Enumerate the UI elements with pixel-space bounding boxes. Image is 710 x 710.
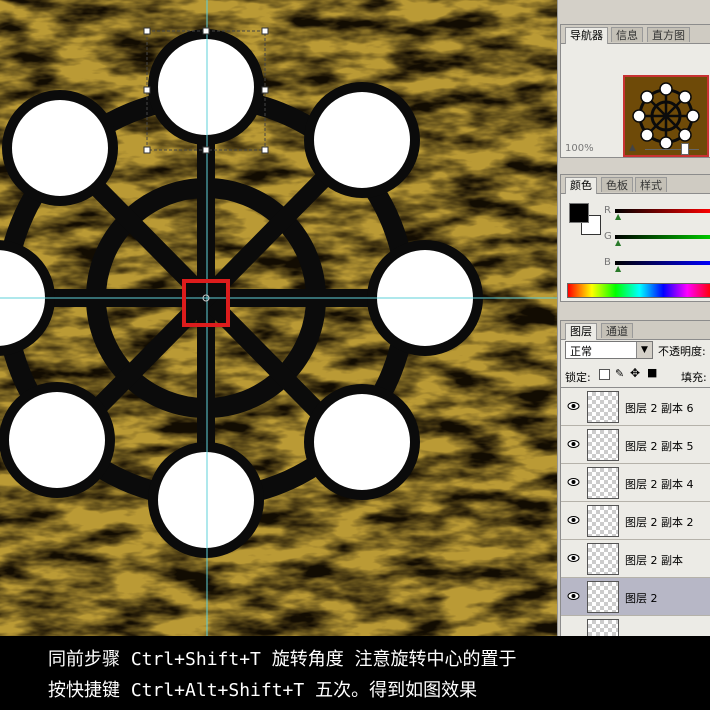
layers-tabs: 图层 通道 [561,321,710,340]
zoom-slider-track[interactable] [645,149,699,150]
zoom-slider-thumb[interactable] [681,143,689,155]
zoom-out-icon[interactable]: ▲ [629,143,636,153]
channel-b-thumb[interactable]: ▲ [615,264,621,273]
zoom-value[interactable]: 100% [565,143,594,154]
tab-info[interactable]: 信息 [611,27,643,42]
channel-r-thumb[interactable]: ▲ [615,212,621,221]
layer-thumbnail [587,543,619,575]
layer-thumbnail [587,581,619,613]
knob-top-left [2,90,118,206]
layers-panel: 图层 通道 正常 ▼ 不透明度: 锁定: ✎ ✥ ■ 填充: 图层 2 副本 6… [560,320,710,639]
visibility-eye-icon[interactable] [567,476,580,488]
navigator-preview [625,77,707,155]
panels-column: 导航器 信息 直方图 100% ▲ 颜色 色板 样式 R ▲ G ▲ B ▲ 图… [557,0,710,639]
lock-transparency-icon[interactable] [599,369,610,380]
transform-handle [143,27,151,35]
tab-channels[interactable]: 通道 [601,323,633,338]
knob-bottom-right [304,384,420,500]
layer-row[interactable]: 图层 2 副本 5 [561,426,710,464]
layer-name: 图层 2 副本 6 [625,402,694,415]
knob-top [148,29,264,145]
layer-thumbnail [587,391,619,423]
layer-name: 图层 2 副本 2 [625,516,694,529]
tab-swatches[interactable]: 色板 [601,177,633,192]
transform-handle [261,146,269,154]
tab-styles[interactable]: 样式 [635,177,667,192]
channel-g-thumb[interactable]: ▲ [615,238,621,247]
visibility-eye-icon[interactable] [567,514,580,526]
transform-handle [202,27,210,35]
foreground-color-swatch[interactable] [569,203,589,223]
tab-layers[interactable]: 图层 [565,323,597,340]
channel-r-label: R [604,205,611,216]
lock-position-icon[interactable]: ✥ [630,366,640,380]
navigator-tabs: 导航器 信息 直方图 [561,25,710,44]
channel-b-label: B [604,257,611,268]
channel-g-slider[interactable] [615,235,710,239]
knob-top-right [304,82,420,198]
tab-histogram[interactable]: 直方图 [647,27,690,42]
caption-line-1: 同前步骤 Ctrl+Shift+T 旋转角度 注意旋转中心的置于 [48,649,517,670]
layer-row[interactable]: 图层 2 副本 2 [561,502,710,540]
tab-navigator[interactable]: 导航器 [565,27,608,44]
canvas-artwork [0,0,557,636]
visibility-eye-icon[interactable] [567,590,580,602]
visibility-eye-icon[interactable] [567,400,580,412]
color-spectrum-bar[interactable] [567,283,710,298]
visibility-eye-icon[interactable] [567,438,580,450]
document-canvas[interactable] [0,0,557,636]
visibility-eye-icon[interactable] [567,552,580,564]
knob-bottom [148,442,264,558]
transform-handle [143,86,151,94]
tab-color[interactable]: 颜色 [565,177,597,194]
lock-all-icon[interactable]: ■ [647,366,657,379]
layer-name: 图层 2 副本 [625,554,683,567]
channel-r-slider[interactable] [615,209,710,213]
blend-mode-value: 正常 [570,345,592,358]
lock-paint-icon[interactable]: ✎ [615,367,624,380]
transform-handle [202,146,210,154]
opacity-label: 不透明度: [658,345,706,358]
color-tabs: 颜色 色板 样式 [561,175,710,194]
transform-handle [261,86,269,94]
layer-thumbnail [587,467,619,499]
fill-label: 填充: [681,371,707,384]
blend-mode-select[interactable]: 正常 ▼ [565,341,653,359]
color-panel: 颜色 色板 样式 R ▲ G ▲ B ▲ [560,174,710,302]
layer-name: 图层 2 副本 5 [625,440,694,453]
layer-thumbnail [587,505,619,537]
lock-label: 锁定: [565,371,591,384]
channel-b-slider[interactable] [615,261,710,265]
layer-thumbnail [587,429,619,461]
chevron-down-icon[interactable]: ▼ [636,342,652,358]
layer-row[interactable]: 图层 2 副本 [561,540,710,578]
layer-row-partial[interactable] [561,616,710,639]
navigator-panel: 导航器 信息 直方图 100% ▲ [560,24,710,158]
transform-handle [261,27,269,35]
channel-g-label: G [604,231,612,242]
layer-row-selected[interactable]: 图层 2 [561,578,710,616]
transform-handle [143,146,151,154]
caption-line-2: 按快捷键 Ctrl+Alt+Shift+T 五次。得到如图效果 [48,680,478,701]
layers-list: 图层 2 副本 6 图层 2 副本 5 图层 2 副本 4 图层 2 副本 2 [561,387,710,639]
layer-row[interactable]: 图层 2 副本 6 [561,388,710,426]
caption-bar: 同前步骤 Ctrl+Shift+T 旋转角度 注意旋转中心的置于 按快捷键 Ct… [0,636,710,710]
layer-name: 图层 2 副本 4 [625,478,694,491]
layer-name: 图层 2 [625,592,658,605]
knob-bottom-left [0,382,115,498]
layer-row[interactable]: 图层 2 副本 4 [561,464,710,502]
